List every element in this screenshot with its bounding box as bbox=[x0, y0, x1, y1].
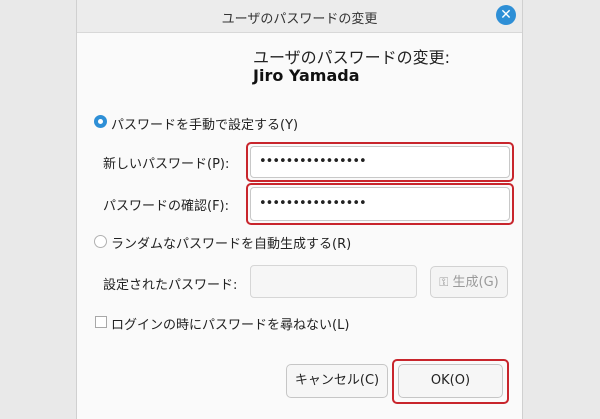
set-password-label: 設定されたパスワード: bbox=[103, 278, 238, 293]
manual-password-label[interactable]: パスワードを手動で設定する(Y) bbox=[111, 114, 298, 133]
window-title: ユーザのパスワードの変更 bbox=[221, 12, 378, 27]
key-icon: ⚿ bbox=[439, 275, 449, 289]
generate-button-label: 生成(G) bbox=[452, 275, 499, 290]
generate-button: ⚿ 生成(G) bbox=[430, 266, 508, 298]
title-bar: ユーザのパスワードの変更 ✕ bbox=[77, 0, 522, 33]
new-password-label: 新しいパスワード(P): bbox=[103, 157, 230, 172]
user-name: Jiro Yamada bbox=[253, 66, 360, 85]
random-password-radio[interactable] bbox=[94, 235, 107, 248]
no-prompt-checkbox[interactable] bbox=[95, 316, 107, 328]
random-password-label[interactable]: ランダムなパスワードを自動生成する(R) bbox=[111, 233, 351, 252]
header-title: ユーザのパスワードの変更: bbox=[253, 48, 451, 67]
confirm-password-label: パスワードの確認(F): bbox=[103, 199, 230, 214]
cancel-button[interactable]: キャンセル(C) bbox=[286, 364, 388, 398]
set-password-field bbox=[250, 265, 417, 298]
new-password-field[interactable]: •••••••••••••••• bbox=[250, 146, 510, 178]
close-icon[interactable]: ✕ bbox=[496, 5, 516, 25]
change-password-dialog: ユーザのパスワードの変更 ✕ ユーザのパスワードの変更: Jiro Yamada… bbox=[77, 0, 522, 419]
confirm-password-field[interactable]: •••••••••••••••• bbox=[250, 187, 510, 221]
ok-button[interactable]: OK(O) bbox=[398, 364, 503, 398]
manual-password-radio[interactable] bbox=[94, 115, 107, 128]
no-prompt-label[interactable]: ログインの時にパスワードを尋ねない(L) bbox=[111, 314, 349, 333]
